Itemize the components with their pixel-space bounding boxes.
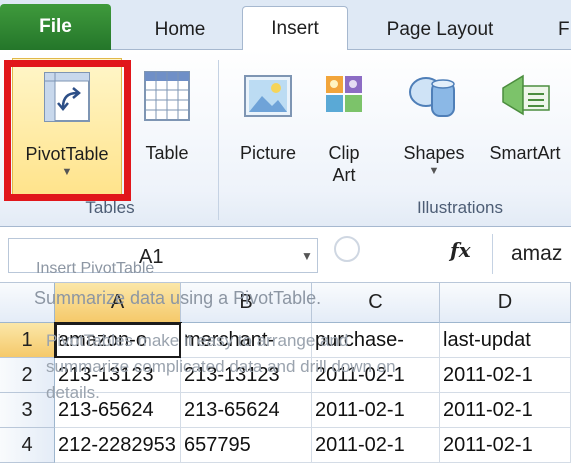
row-header-3[interactable]: 3 [0,393,55,428]
chevron-down-icon[interactable]: ▼ [301,249,313,263]
cell-a1[interactable]: amazon-o [54,322,182,359]
column-header-c[interactable]: C [312,283,440,323]
cell-b3[interactable]: 213-65624 [181,393,312,428]
cell-b2[interactable]: 213-13123 [181,358,312,393]
pivot-table-label: PivotTable [25,144,109,164]
ribbon-tab-bar: File Home Insert Page Layout F [0,0,571,51]
group-separator [218,60,219,220]
clip-art-label-line1: Clip [328,143,360,163]
row-header-2[interactable]: 2 [0,358,55,393]
name-box-value: A1 [139,246,164,268]
tab-home[interactable]: Home [125,10,235,50]
clip-art-label-line2: Art [332,165,356,185]
formula-bar-resize-icon[interactable] [334,236,360,262]
cell-d3[interactable]: 2011-02-1 [440,393,571,428]
table-icon [144,71,190,121]
tables-group-label: Tables [85,198,135,217]
smartart-icon [502,74,550,116]
picture-label: Picture [239,143,297,163]
tab-page-layout[interactable]: Page Layout [360,10,520,50]
tab-formulas[interactable]: F [540,10,571,50]
cell-c4[interactable]: 2011-02-1 [312,428,440,463]
cell-a2[interactable]: 213-13123 [55,358,181,393]
cell-d2[interactable]: 2011-02-1 [440,358,571,393]
cell-a4[interactable]: 212-2282953 [55,428,181,463]
formula-bar: A1 ▼ fx amaz [0,228,571,283]
table-label: Table [145,143,189,163]
formula-input[interactable]: amaz [492,234,571,274]
chevron-down-icon: ▼ [428,165,440,177]
clip-art-button[interactable]: Clip Art [316,58,372,186]
picture-button[interactable]: Picture [228,58,308,164]
insert-function-button[interactable]: fx [450,238,482,274]
pivot-table-icon [44,72,90,122]
column-header-a[interactable]: A [55,283,181,323]
cell-d1[interactable]: last-updat [440,323,571,358]
tab-insert[interactable]: Insert [242,6,348,51]
shapes-label: Shapes [403,143,465,163]
cell-c2[interactable]: 2011-02-1 [312,358,440,393]
table-button[interactable]: Table [128,58,206,164]
cell-c1[interactable]: purchase- [312,323,440,358]
cell-b4[interactable]: 657795 [181,428,312,463]
column-header-d[interactable]: D [440,283,571,323]
column-header-b[interactable]: B [181,283,312,323]
cell-b1[interactable]: merchant- [181,323,312,358]
tab-file[interactable]: File [0,4,111,50]
illustrations-group-label: Illustrations [417,198,503,217]
cell-c3[interactable]: 2011-02-1 [312,393,440,428]
pivot-table-button[interactable]: PivotTable ▼ [12,58,122,198]
worksheet-grid: A B C D 1 amazon-o merchant- purchase- l… [0,283,571,469]
smartart-button[interactable]: SmartArt [480,58,570,164]
smartart-label: SmartArt [489,143,561,163]
shapes-icon [409,77,455,117]
shapes-button[interactable]: Shapes ▼ [394,58,474,178]
select-all-button[interactable] [0,283,55,323]
name-box[interactable]: A1 ▼ [8,238,318,273]
chevron-down-icon: ▼ [61,166,73,178]
row-header-1[interactable]: 1 [0,323,55,358]
clip-art-icon [326,76,362,112]
cell-d4[interactable]: 2011-02-1 [440,428,571,463]
picture-icon [244,75,292,117]
ribbon: PivotTable ▼ Table Tables Picture Clip A… [0,50,571,227]
row-header-4[interactable]: 4 [0,428,55,463]
cell-a3[interactable]: 213-65624 [55,393,181,428]
